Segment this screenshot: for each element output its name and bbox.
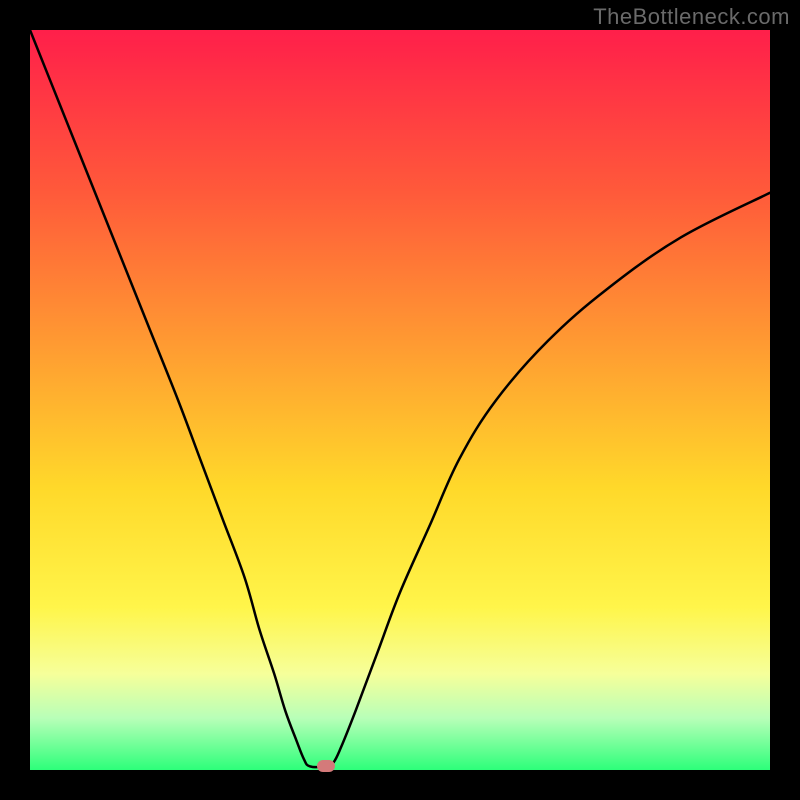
- watermark-text: TheBottleneck.com: [593, 4, 790, 30]
- chart-curve: [30, 30, 770, 770]
- chart-marker: [317, 760, 335, 772]
- chart-plot-area: [30, 30, 770, 770]
- chart-frame: TheBottleneck.com: [0, 0, 800, 800]
